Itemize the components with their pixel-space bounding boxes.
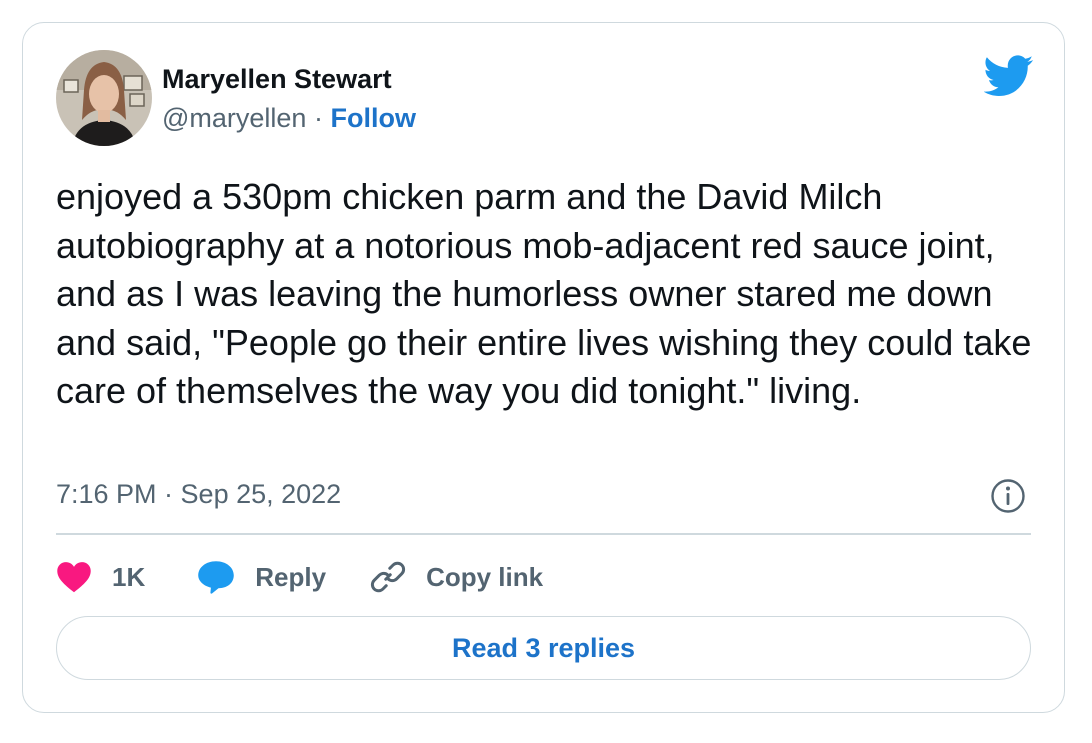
tweet-text: enjoyed a 530pm chicken parm and the Dav… <box>56 176 1032 411</box>
author-name[interactable]: Maryellen Stewart <box>162 64 392 95</box>
like-button[interactable]: 1K <box>56 561 145 593</box>
follow-button[interactable]: Follow <box>330 103 415 133</box>
divider <box>56 533 1031 535</box>
author-handle-line: @maryellen · Follow <box>162 103 416 134</box>
speech-bubble-icon <box>198 561 235 594</box>
separator-dot: · <box>313 103 323 133</box>
info-icon[interactable] <box>990 478 1026 514</box>
reply-button[interactable]: Reply <box>197 560 326 594</box>
like-count: 1K <box>112 561 146 592</box>
heart-icon <box>57 562 91 593</box>
avatar-photo <box>56 50 152 146</box>
read-replies-button[interactable]: Read 3 replies <box>56 616 1031 680</box>
twitter-bird-icon[interactable] <box>984 55 1034 97</box>
avatar[interactable] <box>56 50 152 146</box>
tweet-timestamp[interactable]: 7:16 PM · Sep 25, 2022 <box>56 479 341 510</box>
link-icon <box>370 561 406 593</box>
action-bar: 1K Reply Copy link <box>56 553 543 601</box>
copy-link-button[interactable]: Copy link <box>370 559 543 595</box>
copy-link-label: Copy link <box>426 561 544 592</box>
reply-label: Reply <box>255 561 327 592</box>
author-handle[interactable]: @maryellen <box>162 103 306 133</box>
tweet-card: Maryellen Stewart @maryellen · Follow en… <box>22 22 1065 713</box>
